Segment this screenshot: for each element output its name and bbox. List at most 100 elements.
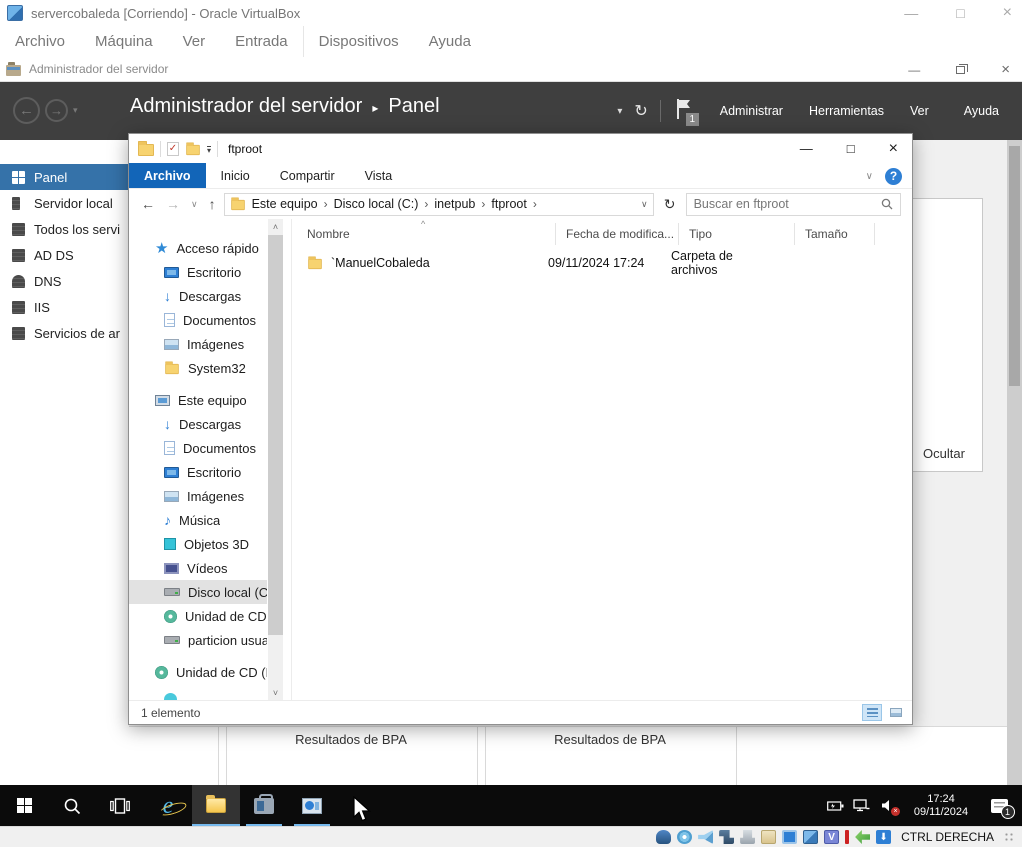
task-view-button[interactable] xyxy=(96,785,144,826)
sm-sidebar-dns[interactable]: DNS xyxy=(0,268,129,294)
seamless-windows-icon[interactable] xyxy=(803,830,818,844)
sm-sidebar-panel[interactable]: Panel xyxy=(0,164,129,190)
tab-compartir[interactable]: Compartir xyxy=(265,163,350,188)
nav-pc-musica[interactable]: ♪Música xyxy=(129,508,267,532)
nav-este-equipo[interactable]: Este equipo xyxy=(129,388,267,412)
thumbnail-view-button[interactable] xyxy=(886,704,906,721)
recent-locations-icon[interactable]: ∨ xyxy=(188,199,201,210)
resize-grip[interactable] xyxy=(1004,832,1014,842)
address-dropdown-icon[interactable]: ∨ xyxy=(641,199,648,210)
column-header-tamano[interactable]: Tamaño xyxy=(795,223,875,245)
sm-sidebar-servidor-local[interactable]: Servidor local xyxy=(0,190,129,216)
nav-unidad-cd-d[interactable]: Unidad de CD (D:) xyxy=(129,660,267,684)
tab-vista[interactable]: Vista xyxy=(350,163,408,188)
taskbar-search-button[interactable] xyxy=(48,785,96,826)
network-icon[interactable] xyxy=(853,797,870,814)
nav-qa-descargas[interactable]: ↓Descargas xyxy=(129,284,267,308)
menu-archivo[interactable]: Archivo xyxy=(0,26,80,57)
virtualbox-features-icon[interactable]: V xyxy=(824,830,839,844)
help-icon[interactable]: ? xyxy=(885,168,902,185)
start-button[interactable] xyxy=(0,785,48,826)
sm-sidebar-iis[interactable]: IIS xyxy=(0,294,129,320)
details-view-button[interactable] xyxy=(862,704,882,721)
sm-close-button[interactable]: × xyxy=(1001,61,1010,78)
sm-back-button[interactable]: ← xyxy=(13,97,40,124)
sm-refresh-icon[interactable]: ↻ xyxy=(630,101,651,121)
display-icon[interactable] xyxy=(782,830,797,844)
usb-icon[interactable] xyxy=(740,830,755,844)
back-icon[interactable]: ← xyxy=(138,196,158,212)
nav-pc-escritorio[interactable]: Escritorio xyxy=(129,460,267,484)
crumb-ftproot[interactable]: ftproot xyxy=(491,197,526,211)
nav-qa-imagenes[interactable]: Imágenes xyxy=(129,332,267,356)
sm-sidebar-ad-ds[interactable]: AD DS xyxy=(0,242,129,268)
vbox-maximize-button[interactable]: □ xyxy=(956,5,964,21)
qat-new-folder-icon[interactable] xyxy=(186,144,200,154)
sm-nav-dropdown-icon[interactable]: ▾ xyxy=(73,105,78,116)
volume-muted-icon[interactable]: × xyxy=(879,797,896,814)
battery-icon[interactable] xyxy=(827,797,844,814)
explorer-close-button[interactable]: × xyxy=(889,140,898,158)
notification-center-icon[interactable]: 1 xyxy=(986,797,1012,814)
crumb-inetpub[interactable]: inetpub xyxy=(434,197,475,211)
sm-sidebar-todos-los-servidores[interactable]: Todos los servi xyxy=(0,216,129,242)
vbox-close-button[interactable]: × xyxy=(1003,4,1012,22)
nav-scrollbar[interactable]: ˄ ˅ xyxy=(268,219,283,700)
nav-pc-documentos[interactable]: Documentos xyxy=(129,436,267,460)
hard-disk-icon[interactable] xyxy=(656,830,671,844)
vbox-minimize-button[interactable]: — xyxy=(904,5,918,21)
scroll-down-icon[interactable]: ˅ xyxy=(268,685,283,700)
sm-menu-administrar[interactable]: Administrar xyxy=(711,98,792,124)
network-adapter-icon[interactable] xyxy=(719,830,734,844)
sm-menu-ayuda[interactable]: Ayuda xyxy=(955,98,1008,124)
sm-forward-button[interactable]: → xyxy=(45,99,68,122)
sm-menu-herramientas[interactable]: Herramientas xyxy=(800,98,893,124)
sm-sidebar-servicios-archivos[interactable]: Servicios de ar xyxy=(0,320,129,346)
mouse-integration-icon[interactable] xyxy=(855,830,870,844)
nav-pc-videos[interactable]: Vídeos xyxy=(129,556,267,580)
taskbar-explorer-button[interactable] xyxy=(192,785,240,826)
search-box[interactable] xyxy=(686,193,901,216)
ribbon-collapse-icon[interactable]: ∨ xyxy=(866,171,873,182)
explorer-minimize-button[interactable]: — xyxy=(800,141,813,156)
nav-qa-documentos[interactable]: Documentos xyxy=(129,308,267,332)
tab-archivo[interactable]: Archivo xyxy=(129,163,206,188)
column-header-fecha[interactable]: Fecha de modifica... xyxy=(556,223,679,245)
refresh-icon[interactable]: ↻ xyxy=(659,193,681,216)
column-header-nombre[interactable]: Nombre^ xyxy=(293,223,556,245)
sm-scrollbar-thumb[interactable] xyxy=(1009,146,1020,386)
crumb-disco-local[interactable]: Disco local (C:) xyxy=(334,197,419,211)
taskbar-clock[interactable]: 17:24 09/11/2024 xyxy=(905,793,977,819)
menu-dispositivos[interactable]: Dispositivos xyxy=(303,26,414,57)
nav-pc-disco-local-c[interactable]: Disco local (C:) xyxy=(129,580,267,604)
shared-folders-icon[interactable] xyxy=(761,830,776,844)
recording-indicator-icon[interactable] xyxy=(845,830,849,844)
nav-acceso-rapido[interactable]: ★Acceso rápido xyxy=(129,236,267,260)
nav-qa-escritorio[interactable]: Escritorio xyxy=(129,260,267,284)
taskbar-ie-button[interactable]: e xyxy=(144,785,192,826)
nav-pc-unidad-cd[interactable]: Unidad de CD (D: xyxy=(129,604,267,628)
nav-pc-particion-usuario[interactable]: particion usuario xyxy=(129,628,267,652)
menu-entrada[interactable]: Entrada xyxy=(220,26,303,57)
up-icon[interactable]: ↑ xyxy=(206,196,219,212)
forward-icon[interactable]: → xyxy=(163,196,183,212)
sm-scrollbar[interactable] xyxy=(1007,140,1022,785)
taskbar-app-button[interactable] xyxy=(288,785,336,826)
menu-maquina[interactable]: Máquina xyxy=(80,26,168,57)
tab-inicio[interactable]: Inicio xyxy=(206,163,265,188)
sm-minimize-button[interactable]: — xyxy=(908,63,920,77)
optical-drive-icon[interactable] xyxy=(677,830,692,844)
nav-scrollbar-thumb[interactable] xyxy=(268,235,283,635)
nav-pc-imagenes[interactable]: Imágenes xyxy=(129,484,267,508)
nav-qa-system32[interactable]: System32 xyxy=(129,356,267,380)
sm-scope-dropdown-icon[interactable]: ▾ xyxy=(617,106,622,117)
search-input[interactable] xyxy=(687,197,881,211)
scroll-up-icon[interactable]: ˄ xyxy=(268,219,283,234)
crumb-este-equipo[interactable]: Este equipo xyxy=(252,197,318,211)
hide-button[interactable]: Ocultar xyxy=(912,446,976,461)
file-row-manuelcobaleda[interactable]: `ManuelCobaleda 09/11/2024 17:24 Carpeta… xyxy=(293,251,906,275)
sm-notifications-flag-icon[interactable]: 1 xyxy=(675,98,697,124)
breadcrumb-box[interactable]: Este equipo› Disco local (C:)› inetpub› … xyxy=(224,193,654,216)
sm-menu-ver[interactable]: Ver xyxy=(901,98,947,124)
menu-ayuda[interactable]: Ayuda xyxy=(414,26,486,57)
